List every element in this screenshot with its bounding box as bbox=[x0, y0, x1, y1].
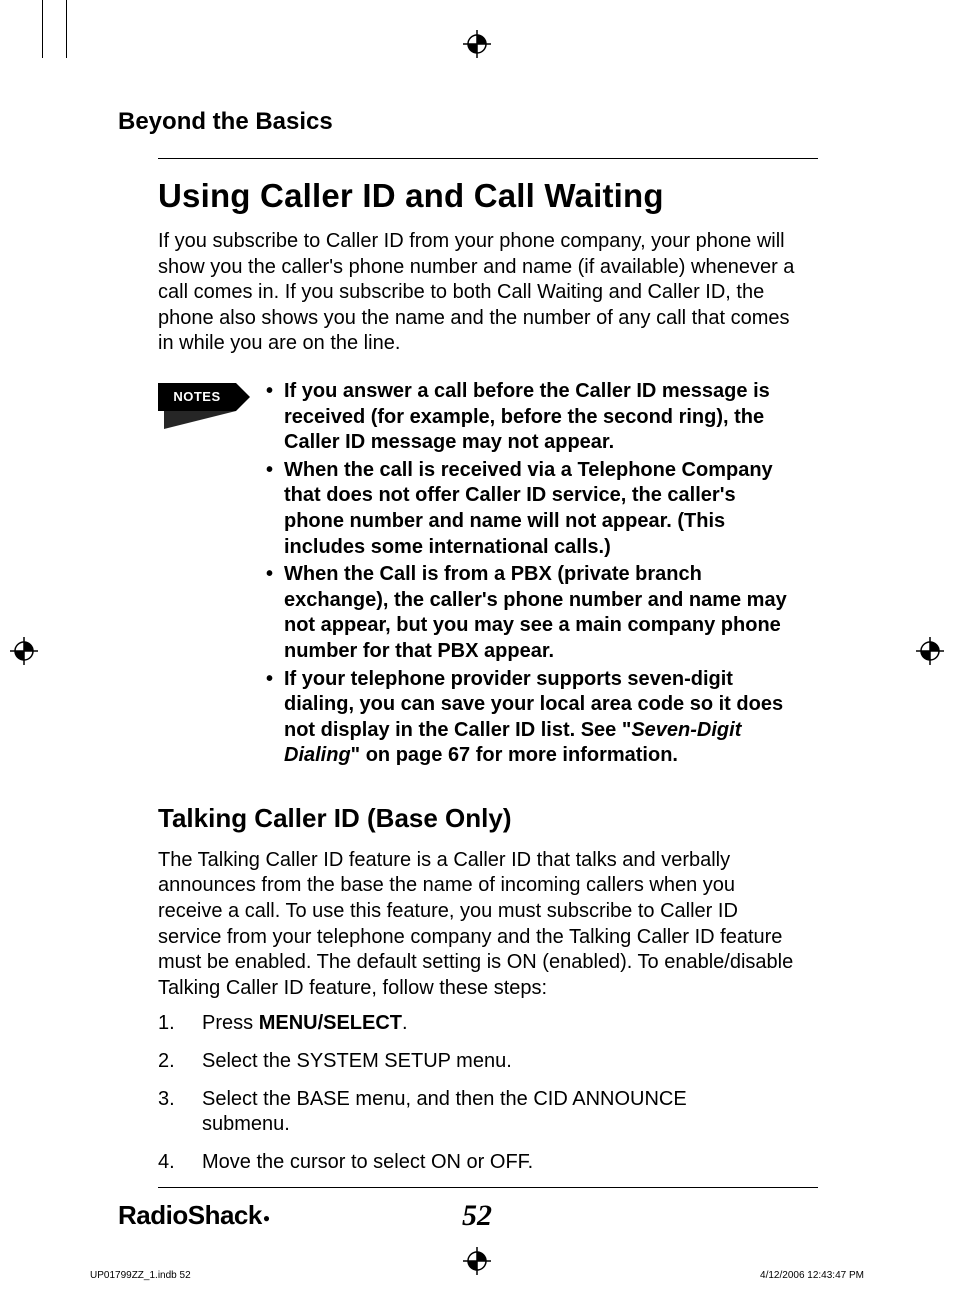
notes-badge-label: NOTES bbox=[158, 383, 236, 411]
list-item: Move the cursor to select ON or OFF. bbox=[158, 1150, 778, 1176]
list-item: Select the BASE menu, and then the CID A… bbox=[158, 1087, 778, 1138]
crop-mark bbox=[66, 0, 67, 58]
page-number: 52 bbox=[462, 1199, 492, 1233]
step-text: . bbox=[402, 1012, 408, 1034]
notes-badge-shadow-icon bbox=[164, 411, 236, 429]
sub-heading: Talking Caller ID (Base Only) bbox=[158, 803, 836, 834]
step-bold: MENU/SELECT bbox=[259, 1012, 402, 1034]
brand-dot-icon: ● bbox=[263, 1211, 270, 1225]
list-item: Select the SYSTEM SETUP menu. bbox=[158, 1049, 778, 1075]
print-file-label: UP01799ZZ_1.indb 52 bbox=[90, 1270, 191, 1281]
registration-mark-icon bbox=[463, 30, 491, 58]
list-item: If your telephone provider supports seve… bbox=[266, 667, 796, 769]
print-timestamp: 4/12/2006 12:43:47 PM bbox=[760, 1270, 864, 1281]
divider bbox=[158, 158, 818, 159]
steps-list: Press MENU/SELECT. Select the SYSTEM SET… bbox=[158, 1011, 778, 1175]
brand-text: RadioShack bbox=[118, 1200, 262, 1230]
intro-paragraph: If you subscribe to Caller ID from your … bbox=[158, 229, 798, 357]
list-item: Press MENU/SELECT. bbox=[158, 1011, 778, 1037]
arrow-right-icon bbox=[236, 383, 250, 411]
page-content: Beyond the Basics Using Caller ID and Ca… bbox=[118, 108, 836, 1188]
page-footer: RadioShack● 52 bbox=[118, 1200, 836, 1231]
brand-logo: RadioShack● bbox=[118, 1200, 270, 1231]
notes-list: If you answer a call before the Caller I… bbox=[266, 379, 796, 771]
registration-mark-icon bbox=[10, 637, 38, 665]
notes-block: NOTES If you answer a call before the Ca… bbox=[158, 379, 836, 771]
page-title: Using Caller ID and Call Waiting bbox=[158, 177, 836, 215]
registration-mark-icon bbox=[916, 637, 944, 665]
list-item: When the Call is from a PBX (private bra… bbox=[266, 562, 796, 664]
crop-mark bbox=[42, 0, 43, 58]
print-footer: UP01799ZZ_1.indb 52 4/12/2006 12:43:47 P… bbox=[90, 1270, 864, 1281]
step-text: Press bbox=[202, 1012, 259, 1034]
note-text: " on page 67 for more information. bbox=[351, 744, 678, 766]
list-item: When the call is received via a Telephon… bbox=[266, 458, 796, 560]
divider bbox=[158, 1187, 818, 1188]
body-paragraph: The Talking Caller ID feature is a Calle… bbox=[158, 848, 798, 1002]
list-item: If you answer a call before the Caller I… bbox=[266, 379, 796, 456]
notes-badge: NOTES bbox=[158, 383, 248, 771]
section-label: Beyond the Basics bbox=[118, 108, 836, 136]
